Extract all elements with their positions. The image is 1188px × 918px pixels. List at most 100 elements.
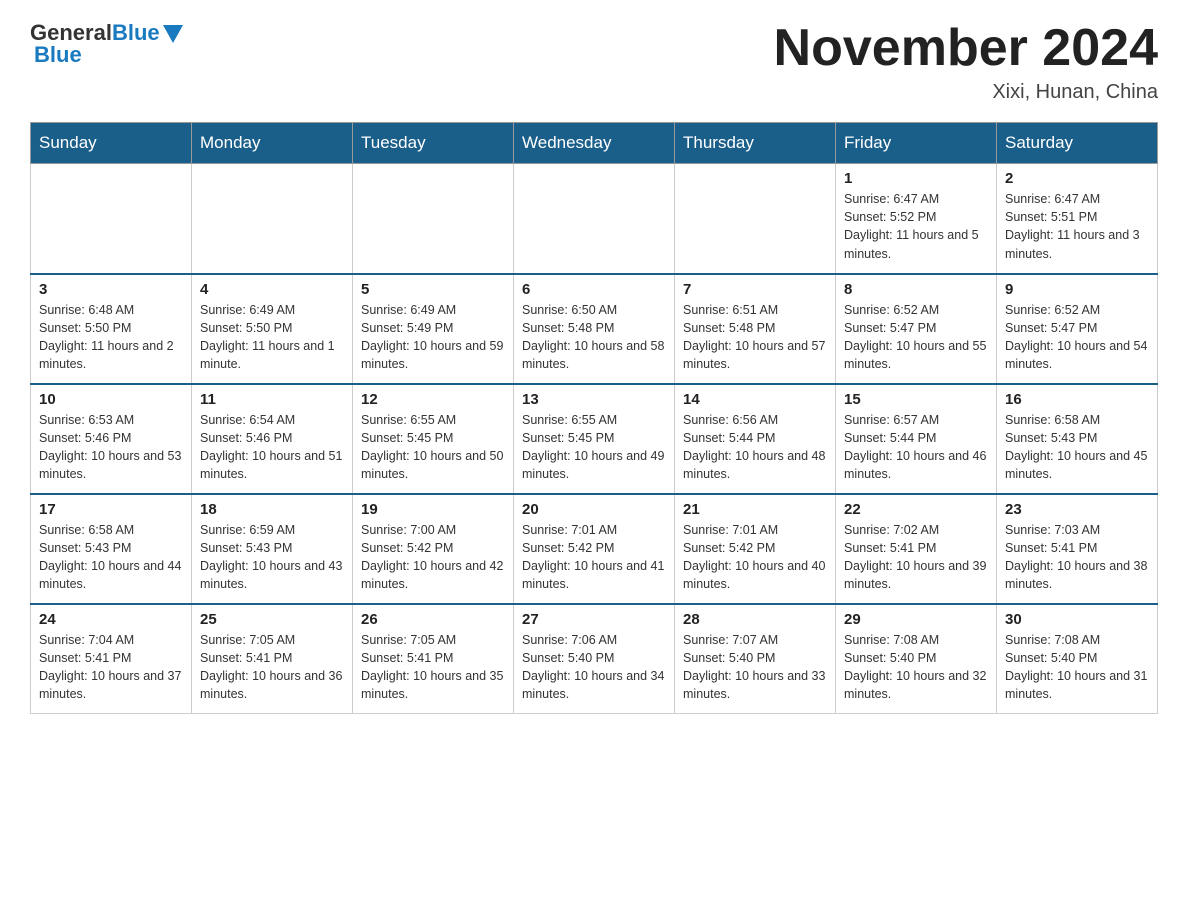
- day-number: 20: [522, 501, 666, 518]
- day-info: Sunrise: 7:05 AM Sunset: 5:41 PM Dayligh…: [361, 631, 505, 704]
- col-header-monday: Monday: [192, 123, 353, 164]
- day-number: 3: [39, 281, 183, 298]
- day-info: Sunrise: 6:57 AM Sunset: 5:44 PM Dayligh…: [844, 411, 988, 484]
- day-number: 13: [522, 391, 666, 408]
- day-info: Sunrise: 6:49 AM Sunset: 5:49 PM Dayligh…: [361, 301, 505, 374]
- day-number: 28: [683, 611, 827, 628]
- calendar-cell: 26 Sunrise: 7:05 AM Sunset: 5:41 PM Dayli…: [353, 604, 514, 714]
- calendar-cell: 17Sunrise: 6:58 AM Sunset: 5:43 PM Dayli…: [31, 494, 192, 604]
- week-row-2: 3Sunrise: 6:48 AM Sunset: 5:50 PM Daylig…: [31, 274, 1158, 384]
- day-info: Sunrise: 7:00 AM Sunset: 5:42 PM Dayligh…: [361, 521, 505, 594]
- calendar-cell: [31, 164, 192, 274]
- calendar-cell: 2 Sunrise: 6:47 AM Sunset: 5:51 PM Daylig…: [997, 164, 1158, 274]
- col-header-sunday: Sunday: [31, 123, 192, 164]
- day-number: 11: [200, 391, 344, 408]
- calendar-cell: 15 Sunrise: 6:57 AM Sunset: 5:44 PM Dayli…: [836, 384, 997, 494]
- day-info: Sunrise: 6:54 AM Sunset: 5:46 PM Dayligh…: [200, 411, 344, 484]
- calendar-cell: 29 Sunrise: 7:08 AM Sunset: 5:40 PM Dayli…: [836, 604, 997, 714]
- day-info: Sunrise: 6:49 AM Sunset: 5:50 PM Dayligh…: [200, 301, 344, 374]
- calendar-cell: [675, 164, 836, 274]
- calendar-cell: 9 Sunrise: 6:52 AM Sunset: 5:47 PM Daylig…: [997, 274, 1158, 384]
- day-info: Sunrise: 6:59 AM Sunset: 5:43 PM Dayligh…: [200, 521, 344, 594]
- header: General Blue Blue November 2024 Xixi, Hu…: [30, 20, 1158, 104]
- day-info: Sunrise: 6:47 AM Sunset: 5:52 PM Dayligh…: [844, 190, 988, 263]
- calendar-cell: 14 Sunrise: 6:56 AM Sunset: 5:44 PM Dayli…: [675, 384, 836, 494]
- day-number: 19: [361, 501, 505, 518]
- day-info: Sunrise: 7:02 AM Sunset: 5:41 PM Dayligh…: [844, 521, 988, 594]
- day-number: 26: [361, 611, 505, 628]
- calendar-cell: 23 Sunrise: 7:03 AM Sunset: 5:41 PM Dayli…: [997, 494, 1158, 604]
- calendar-cell: 28 Sunrise: 7:07 AM Sunset: 5:40 PM Dayli…: [675, 604, 836, 714]
- week-row-3: 10Sunrise: 6:53 AM Sunset: 5:46 PM Dayli…: [31, 384, 1158, 494]
- location: Xixi, Hunan, China: [774, 81, 1158, 104]
- day-number: 24: [39, 611, 183, 628]
- day-info: Sunrise: 7:08 AM Sunset: 5:40 PM Dayligh…: [1005, 631, 1149, 704]
- col-header-saturday: Saturday: [997, 123, 1158, 164]
- day-info: Sunrise: 6:56 AM Sunset: 5:44 PM Dayligh…: [683, 411, 827, 484]
- logo-triangle-icon: [163, 25, 183, 43]
- calendar-cell: 27 Sunrise: 7:06 AM Sunset: 5:40 PM Dayli…: [514, 604, 675, 714]
- day-number: 14: [683, 391, 827, 408]
- week-row-1: 1Sunrise: 6:47 AM Sunset: 5:52 PM Daylig…: [31, 164, 1158, 274]
- day-number: 9: [1005, 281, 1149, 298]
- calendar-cell: 22Sunrise: 7:02 AM Sunset: 5:41 PM Dayli…: [836, 494, 997, 604]
- calendar-cell: 21 Sunrise: 7:01 AM Sunset: 5:42 PM Dayli…: [675, 494, 836, 604]
- month-title: November 2024: [774, 20, 1158, 77]
- day-number: 21: [683, 501, 827, 518]
- day-number: 18: [200, 501, 344, 518]
- day-number: 12: [361, 391, 505, 408]
- day-info: Sunrise: 6:58 AM Sunset: 5:43 PM Dayligh…: [39, 521, 183, 594]
- day-info: Sunrise: 6:52 AM Sunset: 5:47 PM Dayligh…: [1005, 301, 1149, 374]
- col-header-friday: Friday: [836, 123, 997, 164]
- calendar-cell: 7 Sunrise: 6:51 AM Sunset: 5:48 PM Daylig…: [675, 274, 836, 384]
- day-number: 4: [200, 281, 344, 298]
- calendar-cell: 1Sunrise: 6:47 AM Sunset: 5:52 PM Daylig…: [836, 164, 997, 274]
- day-info: Sunrise: 6:51 AM Sunset: 5:48 PM Dayligh…: [683, 301, 827, 374]
- col-header-thursday: Thursday: [675, 123, 836, 164]
- day-number: 7: [683, 281, 827, 298]
- calendar-cell: [514, 164, 675, 274]
- week-row-5: 24 Sunrise: 7:04 AM Sunset: 5:41 PM Dayli…: [31, 604, 1158, 714]
- calendar-cell: [353, 164, 514, 274]
- calendar-cell: 10Sunrise: 6:53 AM Sunset: 5:46 PM Dayli…: [31, 384, 192, 494]
- day-number: 5: [361, 281, 505, 298]
- day-number: 16: [1005, 391, 1149, 408]
- day-info: Sunrise: 7:08 AM Sunset: 5:40 PM Dayligh…: [844, 631, 988, 704]
- logo-subtitle: Blue: [30, 42, 82, 68]
- calendar-cell: 12 Sunrise: 6:55 AM Sunset: 5:45 PM Dayli…: [353, 384, 514, 494]
- header-row: SundayMondayTuesdayWednesdayThursdayFrid…: [31, 123, 1158, 164]
- col-header-wednesday: Wednesday: [514, 123, 675, 164]
- calendar-cell: 25Sunrise: 7:05 AM Sunset: 5:41 PM Dayli…: [192, 604, 353, 714]
- day-info: Sunrise: 7:07 AM Sunset: 5:40 PM Dayligh…: [683, 631, 827, 704]
- day-info: Sunrise: 7:01 AM Sunset: 5:42 PM Dayligh…: [683, 521, 827, 594]
- day-info: Sunrise: 6:52 AM Sunset: 5:47 PM Dayligh…: [844, 301, 988, 374]
- calendar-cell: 3Sunrise: 6:48 AM Sunset: 5:50 PM Daylig…: [31, 274, 192, 384]
- day-info: Sunrise: 7:03 AM Sunset: 5:41 PM Dayligh…: [1005, 521, 1149, 594]
- week-row-4: 17Sunrise: 6:58 AM Sunset: 5:43 PM Dayli…: [31, 494, 1158, 604]
- day-info: Sunrise: 7:06 AM Sunset: 5:40 PM Dayligh…: [522, 631, 666, 704]
- logo: General Blue Blue: [30, 20, 183, 68]
- day-number: 23: [1005, 501, 1149, 518]
- logo-blue-text: Blue: [112, 20, 160, 46]
- calendar-cell: 4 Sunrise: 6:49 AM Sunset: 5:50 PM Daylig…: [192, 274, 353, 384]
- day-number: 27: [522, 611, 666, 628]
- day-number: 6: [522, 281, 666, 298]
- day-number: 2: [1005, 170, 1149, 187]
- day-info: Sunrise: 7:01 AM Sunset: 5:42 PM Dayligh…: [522, 521, 666, 594]
- day-info: Sunrise: 7:05 AM Sunset: 5:41 PM Dayligh…: [200, 631, 344, 704]
- day-number: 8: [844, 281, 988, 298]
- title-area: November 2024 Xixi, Hunan, China: [774, 20, 1158, 104]
- day-number: 29: [844, 611, 988, 628]
- calendar-cell: 18 Sunrise: 6:59 AM Sunset: 5:43 PM Dayli…: [192, 494, 353, 604]
- day-info: Sunrise: 6:55 AM Sunset: 5:45 PM Dayligh…: [522, 411, 666, 484]
- calendar-cell: 24 Sunrise: 7:04 AM Sunset: 5:41 PM Dayli…: [31, 604, 192, 714]
- calendar-cell: 5 Sunrise: 6:49 AM Sunset: 5:49 PM Daylig…: [353, 274, 514, 384]
- calendar-cell: 11 Sunrise: 6:54 AM Sunset: 5:46 PM Dayli…: [192, 384, 353, 494]
- calendar-cell: 16Sunrise: 6:58 AM Sunset: 5:43 PM Dayli…: [997, 384, 1158, 494]
- day-info: Sunrise: 6:55 AM Sunset: 5:45 PM Dayligh…: [361, 411, 505, 484]
- day-info: Sunrise: 6:47 AM Sunset: 5:51 PM Dayligh…: [1005, 190, 1149, 263]
- day-number: 15: [844, 391, 988, 408]
- day-info: Sunrise: 7:04 AM Sunset: 5:41 PM Dayligh…: [39, 631, 183, 704]
- calendar-cell: 20 Sunrise: 7:01 AM Sunset: 5:42 PM Dayli…: [514, 494, 675, 604]
- day-number: 10: [39, 391, 183, 408]
